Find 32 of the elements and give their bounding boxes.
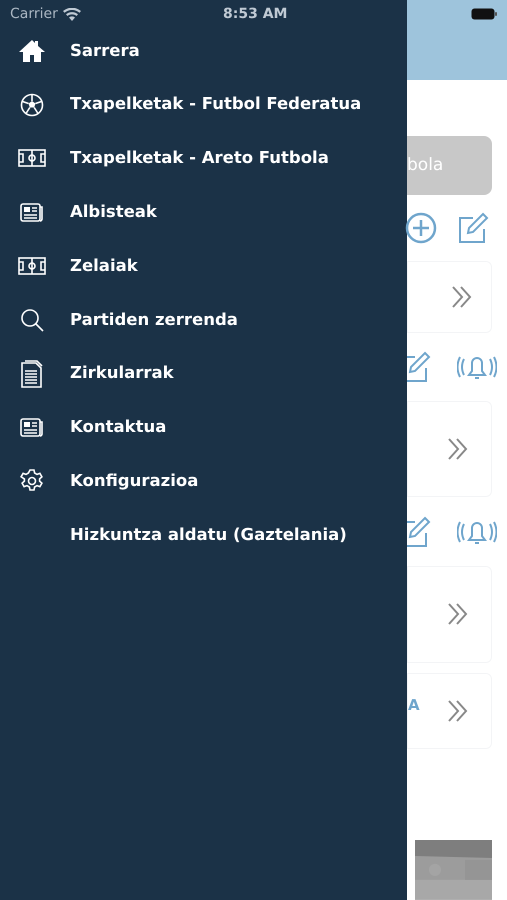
chevrons-icon[interactable] [447,437,469,461]
clock: 8:53 AM [223,4,288,24]
pitch-icon [18,149,46,168]
document-icon [21,360,43,388]
edit-icon[interactable] [407,516,431,548]
menu-item[interactable]: Zirkularrak [70,361,174,386]
menu-item[interactable]: Albisteak [70,200,157,225]
settings-icon [20,469,44,494]
pitch-icon [18,257,46,276]
add-icon[interactable] [405,212,437,244]
menu-item[interactable]: Konfigurazioa [70,468,198,494]
menu-item[interactable]: Hizkuntza aldatu (Gaztelania) [70,522,347,548]
chevrons-icon[interactable] [447,602,469,626]
menu-item[interactable]: Zelaiak [70,254,138,278]
menu-item[interactable]: Partiden zerrenda [70,308,238,332]
wifi-icon [62,8,81,20]
menu-item[interactable]: Txapelketak - Futbol Federatua [70,92,362,118]
chevrons-icon[interactable] [451,285,473,309]
search-icon [20,308,44,332]
edit-icon[interactable] [457,212,489,244]
ball-icon [20,92,44,117]
card-title: A [408,695,420,716]
menu-item[interactable]: Txapelketak - Areto Futbola [70,146,329,171]
newspaper-icon [20,417,44,438]
edit-icon[interactable] [407,350,431,383]
house-icon [19,38,45,63]
carrier-label: Carrier [10,4,58,24]
battery-icon [471,8,497,20]
newspaper-icon [20,202,44,222]
menu-item[interactable]: Kontaktua [70,415,166,440]
menu-item[interactable]: Sarrera [70,38,140,64]
chevrons-icon[interactable] [447,698,469,723]
